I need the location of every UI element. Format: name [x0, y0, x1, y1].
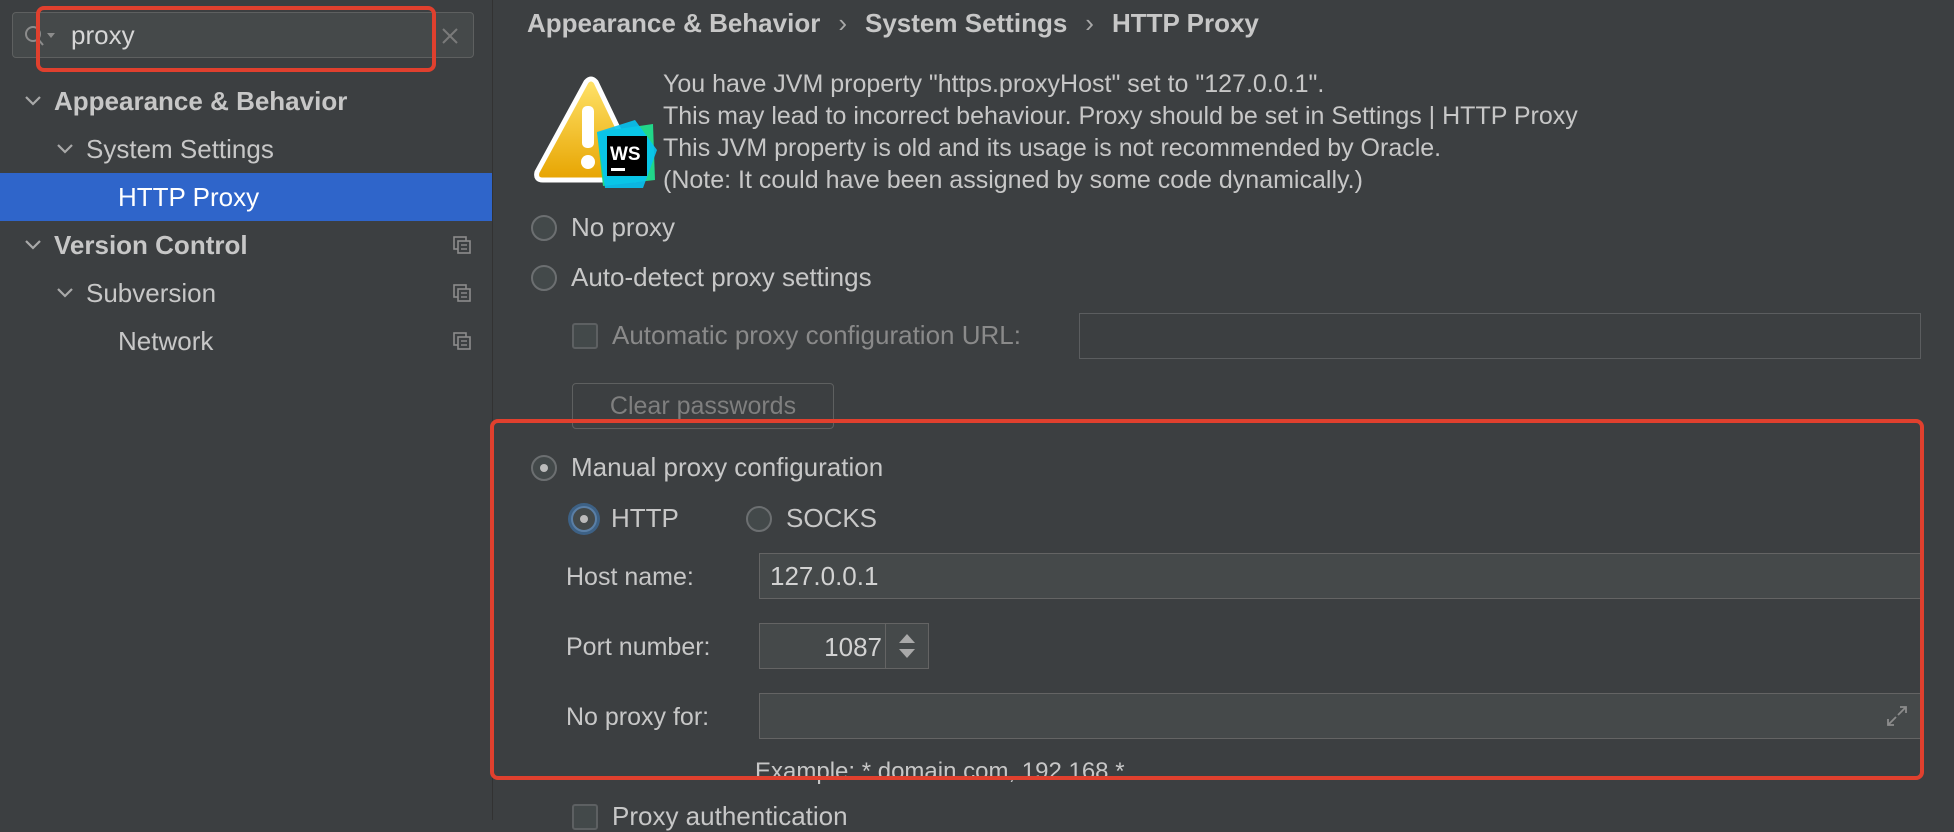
chevron-down-icon[interactable] [54, 282, 76, 304]
tree-item-label: Network [118, 325, 214, 356]
auto-config-url-checkbox [572, 322, 598, 349]
auto-config-url-label: Automatic proxy configuration URL: [612, 320, 1021, 350]
warning-line: (Note: It could have been assigned by so… [663, 166, 1363, 194]
breadcrumb-item: HTTP Proxy [1111, 8, 1259, 38]
tree-item-label: Subversion [86, 277, 217, 308]
project-settings-icon [453, 236, 471, 254]
chevron-down-icon[interactable] [22, 234, 44, 256]
proxy-authentication-checkbox[interactable] [572, 803, 598, 830]
breadcrumb-separator: › [1085, 8, 1094, 38]
auto-detect-option[interactable]: Auto-detect proxy settings [531, 262, 872, 293]
project-settings-icon [453, 284, 471, 302]
tree-item-version-control[interactable]: Version Control [0, 221, 492, 269]
warning-line: This may lead to incorrect behaviour. Pr… [663, 102, 1578, 130]
tree-item-http-proxy[interactable]: HTTP Proxy [0, 173, 492, 221]
tree-item-network[interactable]: Network [0, 317, 492, 365]
warning-line: This JVM property is old and its usage i… [663, 134, 1442, 162]
tree-item-appearance-behavior[interactable]: Appearance & Behavior [0, 77, 492, 125]
clear-search-icon[interactable] [439, 25, 461, 47]
tree-item-label: Appearance & Behavior [54, 85, 348, 116]
auto-detect-radio[interactable] [531, 264, 557, 291]
manual-config-highlight-annotation [490, 419, 1924, 780]
search-highlight-annotation [36, 6, 436, 72]
warning-icon: WS [534, 76, 657, 188]
warning-line: You have JVM property "https.proxyHost" … [663, 70, 1325, 98]
proxy-authentication-label: Proxy authentication [612, 801, 848, 831]
chevron-down-icon[interactable] [54, 138, 76, 160]
no-proxy-option[interactable]: No proxy [531, 212, 675, 243]
tree-item-subversion[interactable]: Subversion [0, 269, 492, 317]
breadcrumb-item[interactable]: Appearance & Behavior [527, 8, 820, 39]
tree-item-label: Version Control [54, 229, 248, 260]
no-proxy-label: No proxy [571, 212, 676, 242]
tree-item-label: HTTP Proxy [118, 181, 260, 212]
project-settings-icon [453, 332, 471, 350]
breadcrumb-separator: › [838, 8, 847, 38]
jvm-proxy-warning: You have JVM property "https.proxyHost" … [663, 68, 1578, 196]
auto-config-url-option: Automatic proxy configuration URL: [572, 320, 1021, 351]
warning-badge-text: WS [610, 144, 641, 165]
webstorm-logo-icon: WS [597, 120, 657, 188]
proxy-authentication-option[interactable]: Proxy authentication [572, 801, 848, 832]
no-proxy-radio[interactable] [531, 214, 557, 241]
auto-detect-label: Auto-detect proxy settings [571, 262, 872, 292]
chevron-down-icon[interactable] [22, 90, 44, 112]
tree-item-label: System Settings [86, 133, 274, 164]
auto-config-url-field [1079, 313, 1921, 359]
breadcrumb-item[interactable]: System Settings [865, 8, 1067, 39]
tree-item-system-settings[interactable]: System Settings [0, 125, 492, 173]
breadcrumb: Appearance & Behavior › System Settings … [527, 8, 1259, 39]
clear-passwords-label: Clear passwords [609, 391, 797, 420]
settings-sidebar: Appearance & Behavior System Settings HT… [0, 0, 493, 820]
